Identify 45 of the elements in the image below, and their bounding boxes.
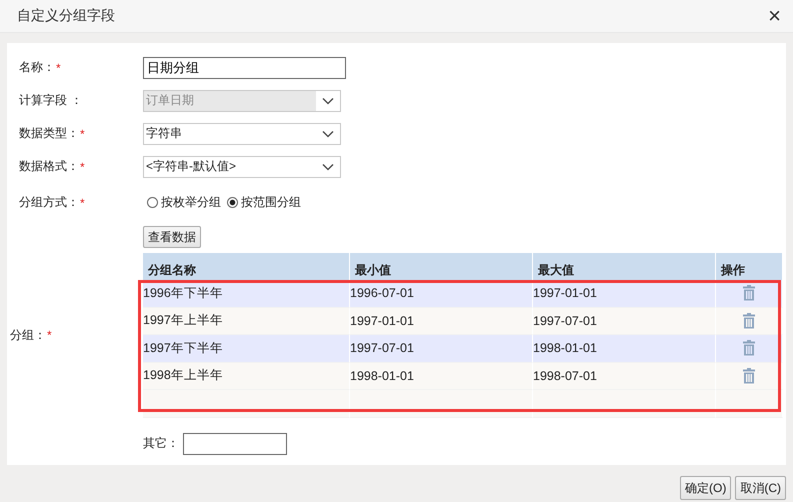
dropdown[interactable]: <字符串-默认值> — [143, 156, 341, 178]
name-field[interactable]: 日期分组 — [143, 56, 346, 78]
required-mark: * — [80, 126, 85, 140]
other-field[interactable] — [183, 432, 287, 454]
field-label: 数据格式： — [19, 158, 79, 175]
radio-button[interactable] — [227, 197, 238, 208]
dialog-button[interactable]: 确定(O) — [680, 476, 732, 500]
radio-button[interactable] — [147, 197, 158, 208]
table-cell: 1998-01-01 — [533, 335, 716, 362]
table-cell: 1997-01-01 — [350, 308, 533, 335]
table-cell: 1998-07-01 — [533, 362, 716, 390]
view-data-button[interactable]: 查看数据 — [143, 226, 201, 248]
column-header: 分组名称 — [143, 253, 350, 280]
table-cell: 1997-07-01 — [533, 308, 716, 335]
required-mark: * — [80, 160, 85, 174]
trash-icon[interactable] — [742, 340, 756, 356]
table-cell: 1997年下半年 — [143, 335, 350, 362]
trash-icon[interactable] — [742, 368, 756, 384]
trash-icon[interactable] — [742, 312, 756, 329]
chevron-down-icon — [322, 130, 334, 138]
trash-icon[interactable] — [742, 285, 756, 302]
radio-label[interactable]: 按范围分组 — [241, 194, 301, 211]
table-cell: 1998-01-01 — [350, 362, 533, 390]
radio-label[interactable]: 按枚举分组 — [161, 194, 221, 211]
field-label: 分组： — [10, 326, 46, 344]
field-label: 名称： — [19, 59, 55, 76]
table-cell: 1998年上半年 — [143, 362, 350, 390]
field-label: 分组方式： — [19, 194, 79, 211]
field-label: 计算字段 ： — [19, 92, 82, 109]
chevron-down-icon — [322, 162, 334, 170]
field-label: 其它： — [143, 435, 179, 452]
chevron-down-icon — [322, 96, 334, 104]
close-button[interactable]: × — [768, 6, 781, 26]
dialog-button[interactable]: 取消(C) — [735, 476, 786, 500]
column-header: 操作 — [716, 253, 783, 280]
required-mark: * — [47, 328, 52, 342]
window-title: 自定义分组字段 — [17, 7, 115, 25]
column-header: 最小值 — [350, 253, 533, 280]
table-cell: 1997-07-01 — [350, 335, 533, 362]
field-label: 数据类型： — [19, 125, 79, 142]
required-mark: * — [80, 196, 85, 210]
table-cell: 1997年上半年 — [143, 308, 350, 335]
column-header: 最大值 — [533, 253, 716, 280]
required-mark: * — [56, 60, 61, 74]
dropdown[interactable]: 字符串 — [143, 122, 341, 144]
